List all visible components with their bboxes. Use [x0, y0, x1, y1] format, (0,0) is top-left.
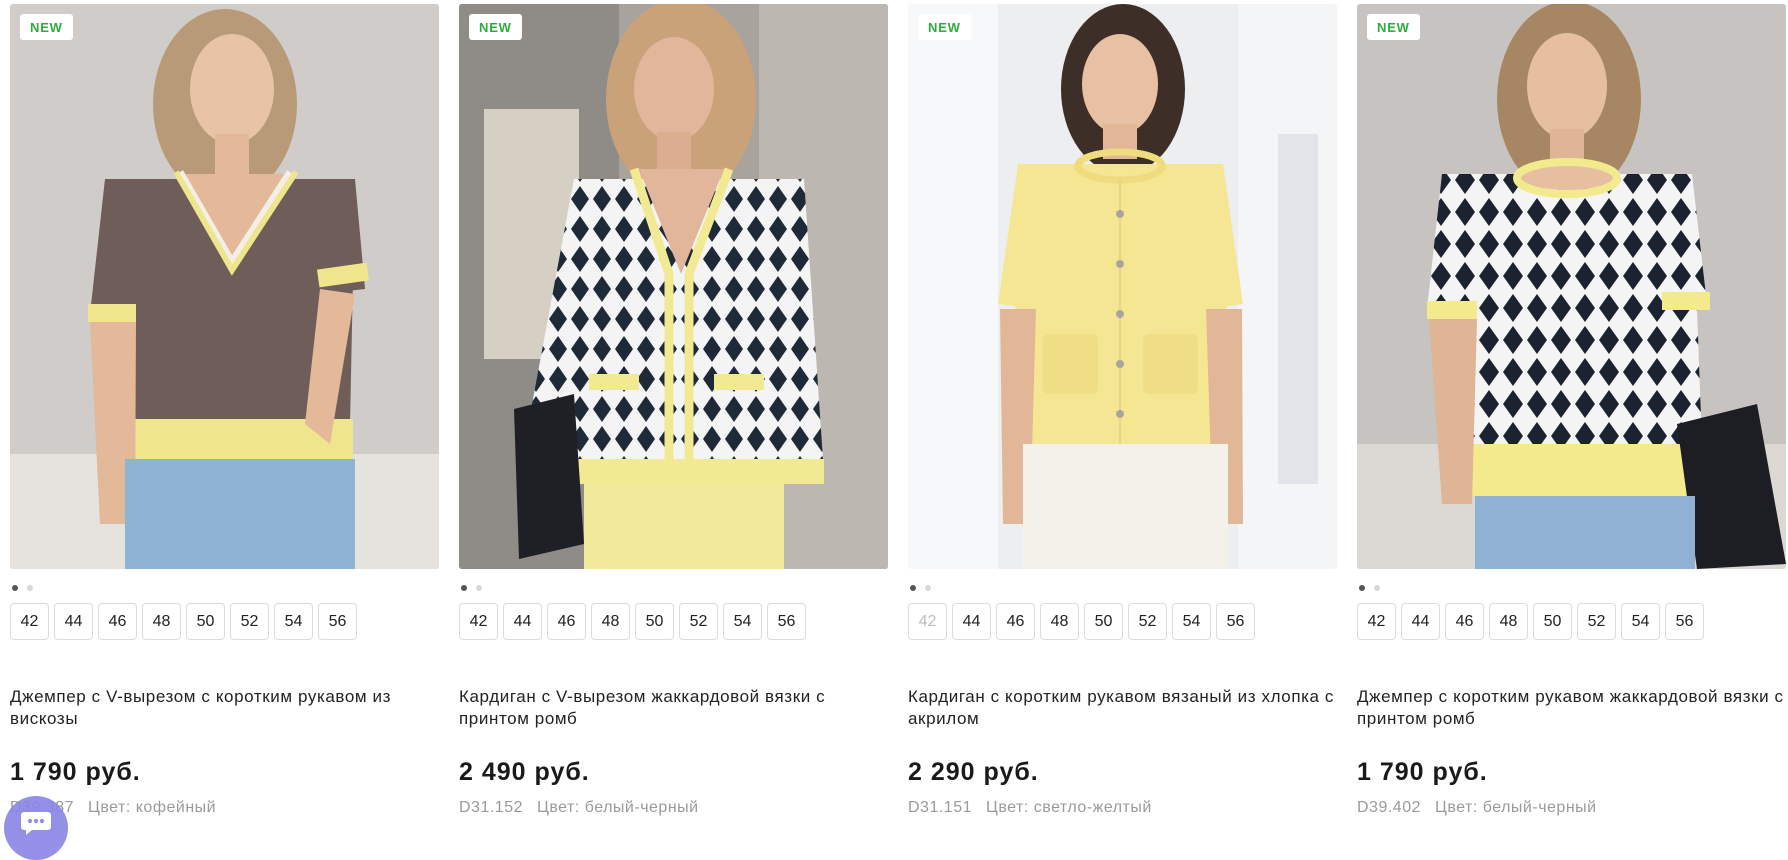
product-photo-image — [10, 4, 439, 569]
carousel-dot[interactable] — [27, 585, 33, 591]
carousel-dot[interactable] — [476, 585, 482, 591]
size-list: 42 44 46 48 50 52 54 56 — [459, 603, 888, 640]
carousel-dot[interactable] — [910, 585, 916, 591]
size-option[interactable]: 44 — [1401, 603, 1440, 640]
product-title[interactable]: Кардиган с V-вырезом жаккардовой вязки с… — [459, 686, 888, 730]
carousel-dots — [461, 585, 888, 591]
product-color: Цвет: кофейный — [88, 799, 217, 816]
size-option-unavailable: 42 — [908, 603, 947, 640]
size-option[interactable]: 48 — [591, 603, 630, 640]
product-sku: D39.402 — [1357, 799, 1421, 816]
product-title[interactable]: Кардиган с коротким рукавом вязаный из х… — [908, 686, 1337, 730]
product-photo-image — [908, 4, 1337, 569]
size-option[interactable]: 54 — [1172, 603, 1211, 640]
size-option[interactable]: 54 — [723, 603, 762, 640]
product-photo[interactable]: NEW — [1357, 4, 1786, 569]
size-option[interactable]: 42 — [459, 603, 498, 640]
product-price: 1 790 руб. — [1357, 758, 1488, 786]
size-option[interactable]: 50 — [635, 603, 674, 640]
product-photo[interactable]: NEW — [459, 4, 888, 569]
product-meta: D31.151 Цвет: светло-желтый — [908, 798, 1337, 818]
product-color: Цвет: белый-черный — [537, 799, 699, 816]
size-list: 42 44 46 48 50 52 54 56 — [1357, 603, 1786, 640]
size-option[interactable]: 50 — [186, 603, 225, 640]
product-meta: D39.387Цвет: кофейный — [10, 798, 439, 818]
product-title[interactable]: Джемпер с коротким рукавом жаккардовой в… — [1357, 686, 1786, 730]
carousel-dot[interactable] — [925, 585, 931, 591]
carousel-dots — [1359, 585, 1786, 591]
carousel-dot[interactable] — [1359, 585, 1365, 591]
size-option[interactable]: 44 — [503, 603, 542, 640]
product-price: 2 490 руб. — [459, 758, 590, 786]
size-option[interactable]: 42 — [10, 603, 49, 640]
size-option[interactable]: 44 — [54, 603, 93, 640]
product-photo[interactable]: NEW — [10, 4, 439, 569]
size-option[interactable]: 48 — [1040, 603, 1079, 640]
product-card[interactable]: NEW 42 44 46 48 50 52 54 56 Джемпер с V-… — [10, 4, 439, 818]
size-option[interactable]: 52 — [679, 603, 718, 640]
new-badge: NEW — [469, 14, 522, 40]
size-list: 42 44 46 48 50 52 54 56 — [908, 603, 1337, 640]
size-option[interactable]: 46 — [996, 603, 1035, 640]
size-option[interactable]: 48 — [1489, 603, 1528, 640]
size-option[interactable]: 56 — [767, 603, 806, 640]
product-card[interactable]: NEW 42 44 46 48 50 52 54 56 Кардиган с V… — [459, 4, 888, 818]
chat-bubble-icon — [21, 812, 51, 835]
product-sku: D31.152 — [459, 799, 523, 816]
product-photo-image — [459, 4, 888, 569]
size-option[interactable]: 52 — [230, 603, 269, 640]
size-option[interactable]: 46 — [547, 603, 586, 640]
size-option[interactable]: 52 — [1128, 603, 1167, 640]
carousel-dots — [12, 585, 439, 591]
product-color: Цвет: светло-желтый — [986, 799, 1152, 816]
chat-widget-button[interactable] — [4, 796, 68, 860]
product-grid: NEW 42 44 46 48 50 52 54 56 Джемпер с V-… — [10, 4, 1786, 818]
product-photo-image — [1357, 4, 1786, 569]
size-option[interactable]: 42 — [1357, 603, 1396, 640]
size-option[interactable]: 56 — [1216, 603, 1255, 640]
size-list: 42 44 46 48 50 52 54 56 — [10, 603, 439, 640]
product-meta: D31.152 Цвет: белый-черный — [459, 798, 888, 818]
product-color: Цвет: белый-черный — [1435, 799, 1597, 816]
carousel-dots — [910, 585, 1337, 591]
size-option[interactable]: 46 — [1445, 603, 1484, 640]
product-meta: D39.402 Цвет: белый-черный — [1357, 798, 1786, 818]
new-badge: NEW — [1367, 14, 1420, 40]
product-card[interactable]: NEW 42 44 46 48 50 52 54 56 Кардиган с к… — [908, 4, 1337, 818]
size-option[interactable]: 44 — [952, 603, 991, 640]
product-card[interactable]: NEW 42 44 46 48 50 52 54 56 Джемпер с ко… — [1357, 4, 1786, 818]
carousel-dot[interactable] — [461, 585, 467, 591]
product-sku: D31.151 — [908, 799, 972, 816]
size-option[interactable]: 48 — [142, 603, 181, 640]
product-price: 2 290 руб. — [908, 758, 1039, 786]
size-option[interactable]: 54 — [274, 603, 313, 640]
new-badge: NEW — [918, 14, 971, 40]
size-option[interactable]: 50 — [1084, 603, 1123, 640]
carousel-dot[interactable] — [1374, 585, 1380, 591]
size-option[interactable]: 56 — [1665, 603, 1704, 640]
size-option[interactable]: 46 — [98, 603, 137, 640]
product-price: 1 790 руб. — [10, 758, 141, 786]
size-option[interactable]: 54 — [1621, 603, 1660, 640]
product-title[interactable]: Джемпер с V-вырезом с коротким рукавом и… — [10, 686, 439, 730]
carousel-dot[interactable] — [12, 585, 18, 591]
size-option[interactable]: 50 — [1533, 603, 1572, 640]
new-badge: NEW — [20, 14, 73, 40]
product-photo[interactable]: NEW — [908, 4, 1337, 569]
size-option[interactable]: 52 — [1577, 603, 1616, 640]
size-option[interactable]: 56 — [318, 603, 357, 640]
